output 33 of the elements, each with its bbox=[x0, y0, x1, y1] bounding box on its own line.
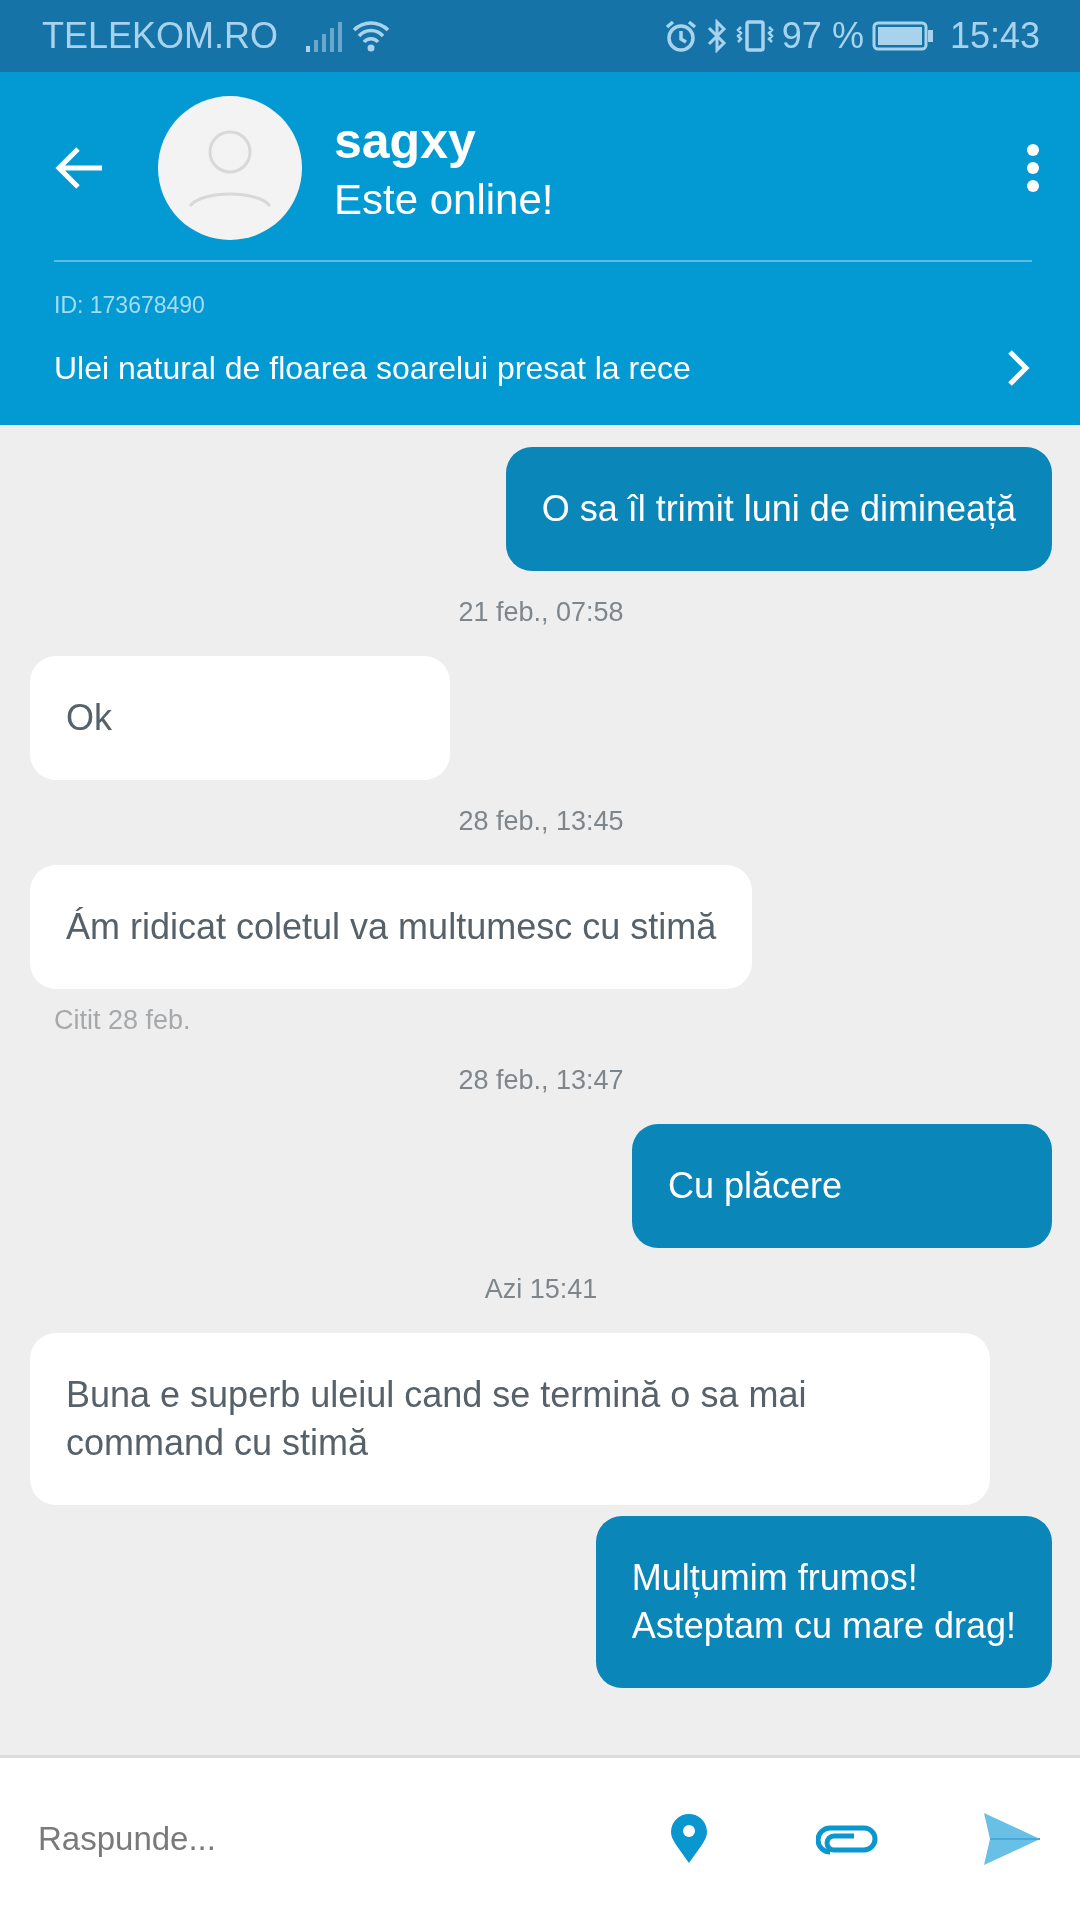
battery-percent: 97 % bbox=[781, 15, 864, 57]
contact-name: sagxy bbox=[334, 112, 477, 170]
chevron-right-icon bbox=[1006, 349, 1030, 387]
received-message: Ok bbox=[30, 656, 450, 780]
back-arrow-icon bbox=[54, 146, 104, 190]
message-timestamp: 21 feb., 07:58 bbox=[458, 596, 624, 629]
back-button[interactable] bbox=[54, 146, 104, 190]
send-button[interactable] bbox=[982, 1811, 1040, 1867]
alarm-icon bbox=[663, 19, 698, 53]
location-button[interactable] bbox=[670, 1814, 708, 1864]
more-options-icon bbox=[1026, 143, 1040, 193]
listing-id: ID: 173678490 bbox=[54, 292, 205, 319]
message-timestamp: 28 feb., 13:45 bbox=[458, 805, 624, 838]
sent-message: Mulțumim frumos! Asteptam cu mare drag! bbox=[595, 1516, 1052, 1688]
location-pin-icon bbox=[670, 1814, 708, 1864]
read-receipt: Citit 28 feb. bbox=[54, 1004, 191, 1037]
vibrate-icon bbox=[735, 19, 774, 53]
bluetooth-icon bbox=[705, 19, 728, 53]
online-status: Este online! bbox=[334, 176, 554, 224]
send-icon bbox=[982, 1811, 1040, 1867]
product-link[interactable]: Ulei natural de floarea soarelui presat la rece bbox=[54, 343, 1032, 393]
wifi-icon bbox=[352, 20, 391, 52]
carrier-name: TELEKOM.RO bbox=[42, 15, 279, 57]
message-timestamp: Azi 15:41 bbox=[484, 1273, 598, 1306]
sent-message: Cu plăcere bbox=[632, 1124, 1052, 1248]
battery-icon bbox=[871, 21, 934, 51]
received-message: Ám ridicat coletul va multumesc cu stimă bbox=[30, 865, 753, 989]
clock-time: 15:43 bbox=[949, 15, 1040, 57]
signal-icon bbox=[306, 20, 343, 52]
message-timestamp: 28 feb., 13:47 bbox=[458, 1064, 624, 1097]
received-message: Buna e superb uleiul cand se termină o sa mai command cu stimă bbox=[30, 1333, 990, 1505]
sent-message: O sa îl trimit luni de dimineață bbox=[505, 447, 1052, 571]
reply-field[interactable]: Raspunde... bbox=[36, 1819, 600, 1859]
